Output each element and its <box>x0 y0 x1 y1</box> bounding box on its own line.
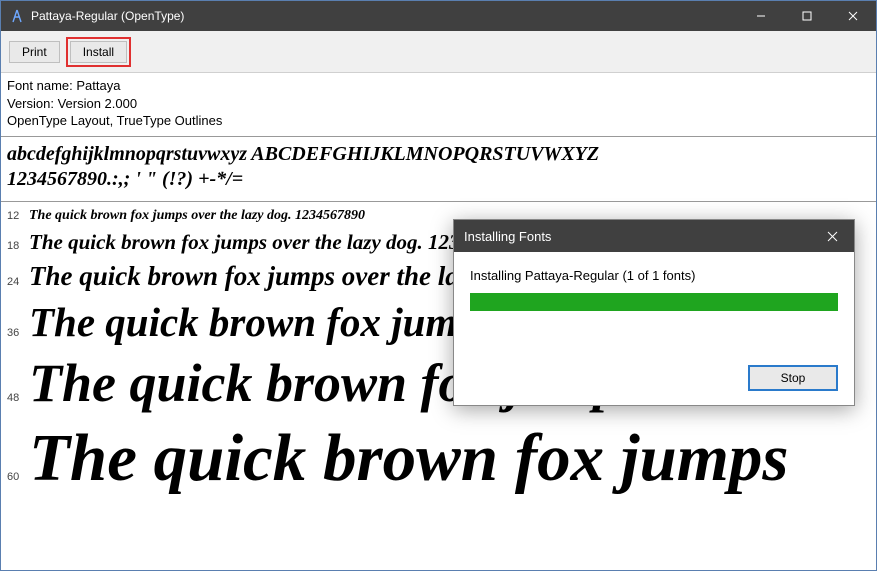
dialog-message: Installing Pattaya-Regular (1 of 1 fonts… <box>470 268 838 283</box>
minimize-button[interactable] <box>738 1 784 31</box>
close-button[interactable] <box>830 1 876 31</box>
font-name-line: Font name: Pattaya <box>7 77 870 95</box>
window-titlebar: Pattaya-Regular (OpenType) <box>1 1 876 31</box>
size-label: 24 <box>7 276 29 288</box>
size-label: 60 <box>7 471 29 483</box>
maximize-button[interactable] <box>784 1 830 31</box>
sample-row-60: 60 The quick brown fox jumps <box>1 418 876 499</box>
print-button[interactable]: Print <box>9 41 60 63</box>
progress-bar <box>470 293 838 311</box>
toolbar: Print Install <box>1 31 876 73</box>
dialog-title: Installing Fonts <box>464 229 551 244</box>
app-icon <box>9 8 25 24</box>
specimen-glyphs: abcdefghijklmnopqrstuvwxyz ABCDEFGHIJKLM… <box>1 137 876 202</box>
window-title: Pattaya-Regular (OpenType) <box>31 9 738 23</box>
symbols-line: 1234567890.:,; ' " (!?) +-*/= <box>7 168 870 191</box>
window-controls <box>738 1 876 31</box>
sample-text: The quick brown fox jumps <box>29 420 788 497</box>
dialog-close-button[interactable] <box>810 220 854 252</box>
font-meta: Font name: Pattaya Version: Version 2.00… <box>1 73 876 137</box>
alphabet-line: abcdefghijklmnopqrstuvwxyz ABCDEFGHIJKLM… <box>7 143 870 166</box>
dialog-titlebar: Installing Fonts <box>454 220 854 252</box>
install-button[interactable]: Install <box>70 41 127 63</box>
font-version-line: Version: Version 2.000 <box>7 95 870 113</box>
size-label: 48 <box>7 392 29 404</box>
dialog-body: Installing Pattaya-Regular (1 of 1 fonts… <box>454 252 854 405</box>
install-button-highlight: Install <box>66 37 131 67</box>
installing-fonts-dialog: Installing Fonts Installing Pattaya-Regu… <box>453 219 855 406</box>
size-label: 12 <box>7 210 29 222</box>
font-tech-line: OpenType Layout, TrueType Outlines <box>7 112 870 130</box>
stop-button[interactable]: Stop <box>748 365 838 391</box>
size-label: 18 <box>7 240 29 252</box>
progress-fill <box>470 293 838 311</box>
size-label: 36 <box>7 327 29 339</box>
sample-text: The quick brown fox jumps over the lazy … <box>29 208 365 224</box>
